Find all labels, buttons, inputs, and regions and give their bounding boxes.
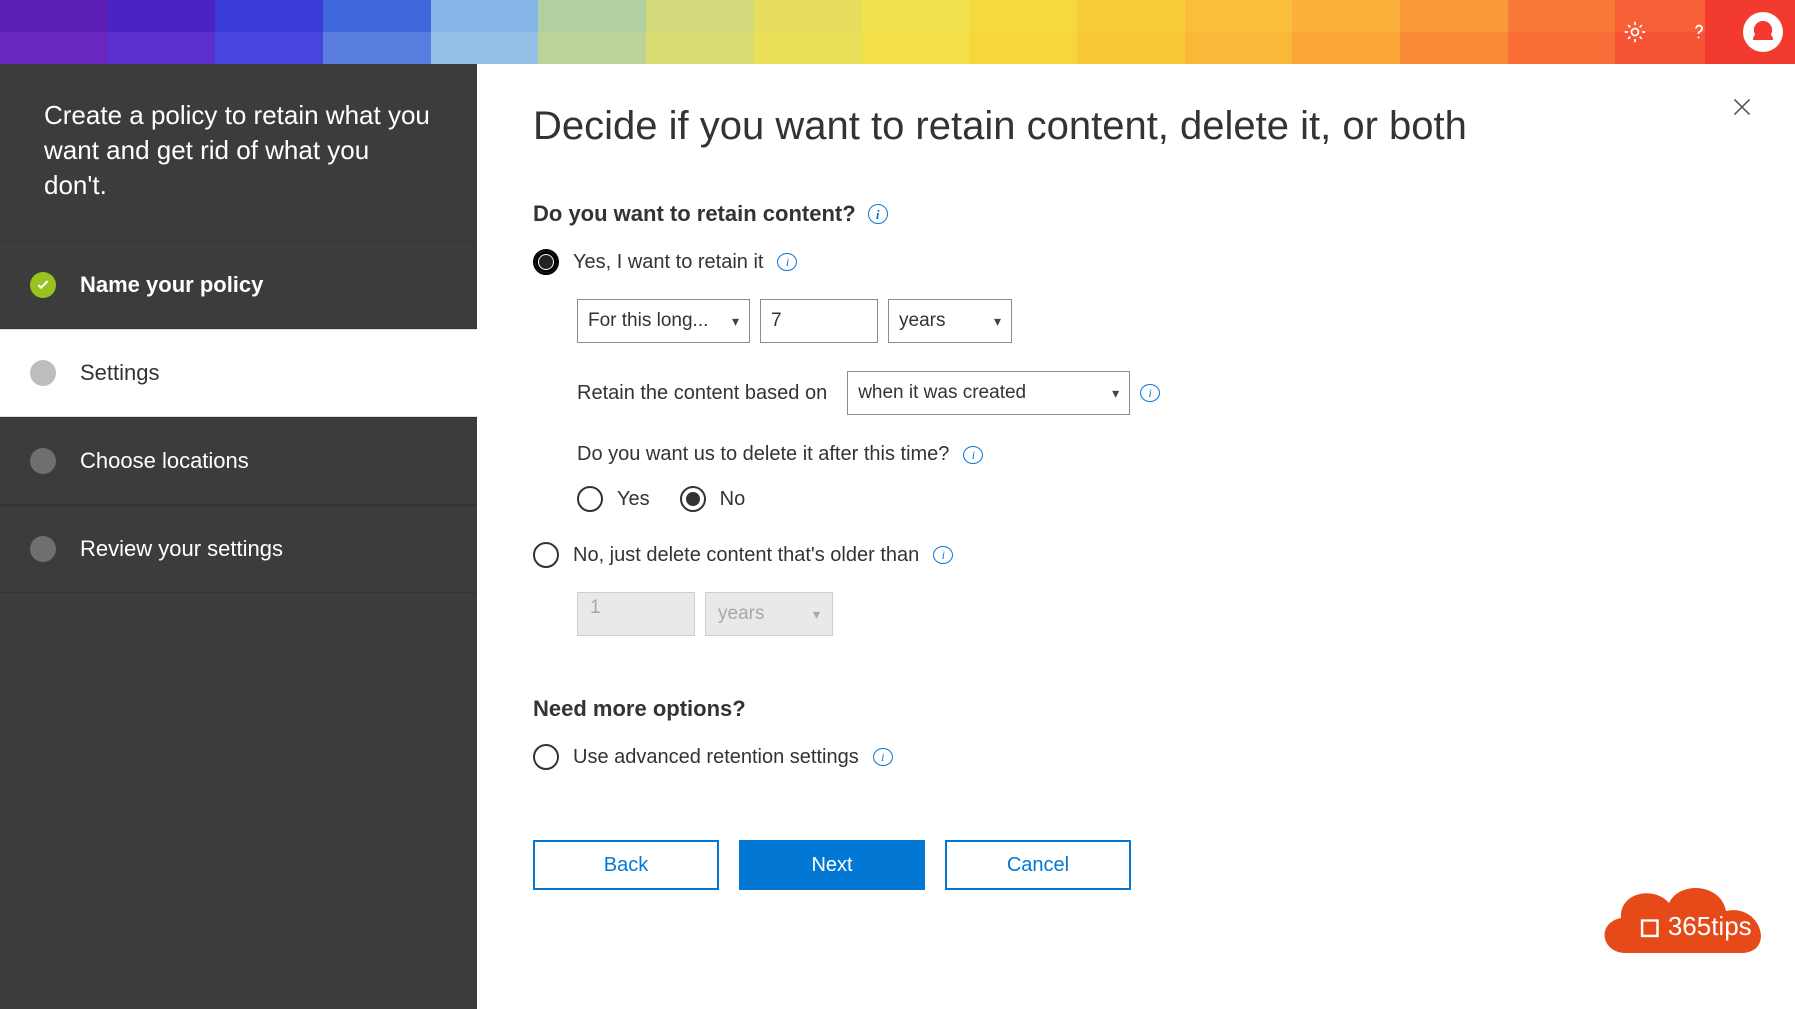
- step-label: Review your settings: [80, 536, 283, 562]
- option-delete-no-label: No: [720, 488, 746, 511]
- option-advanced-retention[interactable]: Use advanced retention settings: [533, 744, 1739, 770]
- info-icon[interactable]: [963, 446, 983, 464]
- option-advanced-label: Use advanced retention settings: [573, 746, 859, 769]
- step-choose-locations[interactable]: Choose locations: [0, 417, 477, 505]
- settings-icon[interactable]: [1603, 0, 1667, 64]
- cancel-button-label: Cancel: [1007, 854, 1069, 877]
- chevron-down-icon: ▾: [994, 313, 1001, 330]
- sidebar-title: Create a policy to retain what you want …: [0, 64, 477, 241]
- question-retain-text: Do you want to retain content?: [533, 201, 856, 227]
- radio-icon[interactable]: [577, 486, 603, 512]
- header-mosaic: [0, 0, 1795, 64]
- chevron-down-icon: ▾: [732, 313, 739, 330]
- cancel-button[interactable]: Cancel: [945, 840, 1131, 890]
- info-icon[interactable]: [873, 748, 893, 766]
- radio-icon[interactable]: [533, 249, 559, 275]
- radio-icon[interactable]: [680, 486, 706, 512]
- chevron-down-icon: ▾: [813, 606, 820, 623]
- retain-based-label: Retain the content based on: [577, 382, 827, 405]
- radio-icon[interactable]: [533, 744, 559, 770]
- chevron-down-icon: ▾: [1112, 385, 1119, 402]
- info-icon[interactable]: [777, 253, 797, 271]
- retention-unit-select[interactable]: years ▾: [888, 299, 1012, 343]
- retain-based-value: when it was created: [858, 382, 1026, 404]
- more-options-title: Need more options?: [533, 696, 1739, 722]
- step-label: Settings: [80, 360, 160, 386]
- bullet-icon: [30, 360, 56, 386]
- radio-icon[interactable]: [533, 542, 559, 568]
- bullet-icon: [30, 448, 56, 474]
- step-label: Choose locations: [80, 448, 249, 474]
- step-settings[interactable]: Settings: [0, 329, 477, 417]
- option-delete-yes[interactable]: Yes: [577, 486, 650, 512]
- retention-value-input[interactable]: [760, 299, 878, 343]
- check-icon: [30, 272, 56, 298]
- top-header-bar: [0, 0, 1795, 64]
- user-avatar[interactable]: [1731, 0, 1795, 64]
- next-button[interactable]: Next: [739, 840, 925, 890]
- info-icon[interactable]: [1140, 384, 1160, 402]
- retention-mode-value: For this long...: [588, 310, 708, 332]
- option-just-delete[interactable]: No, just delete content that's older tha…: [533, 542, 1739, 568]
- question-delete-after: Do you want us to delete it after this t…: [577, 443, 1739, 466]
- info-icon[interactable]: [933, 546, 953, 564]
- retention-unit-value: years: [899, 310, 945, 332]
- option-just-delete-label: No, just delete content that's older tha…: [573, 544, 919, 567]
- main-panel: Decide if you want to retain content, de…: [477, 64, 1795, 1009]
- retain-based-select[interactable]: when it was created ▾: [847, 371, 1130, 415]
- option-delete-no[interactable]: No: [680, 486, 746, 512]
- back-button-label: Back: [604, 854, 648, 877]
- retention-mode-select[interactable]: For this long... ▾: [577, 299, 750, 343]
- question-delete-after-text: Do you want us to delete it after this t…: [577, 443, 949, 466]
- option-yes-retain-label: Yes, I want to retain it: [573, 251, 763, 274]
- delete-older-unit-select: years ▾: [705, 592, 833, 636]
- disabled-unit-text: years: [718, 603, 764, 625]
- svg-text:◻ 365tips: ◻ 365tips: [1639, 911, 1752, 941]
- back-button[interactable]: Back: [533, 840, 719, 890]
- disabled-value-text: 1: [590, 597, 601, 618]
- next-button-label: Next: [811, 854, 852, 877]
- delete-older-value-input: 1: [577, 592, 695, 636]
- step-review-settings[interactable]: Review your settings: [0, 505, 477, 593]
- option-delete-yes-label: Yes: [617, 488, 650, 511]
- step-name-your-policy[interactable]: Name your policy: [0, 241, 477, 329]
- page-title: Decide if you want to retain content, de…: [533, 104, 1739, 149]
- help-icon[interactable]: [1667, 0, 1731, 64]
- step-label: Name your policy: [80, 272, 263, 298]
- wizard-footer-buttons: Back Next Cancel: [533, 840, 1739, 890]
- option-yes-retain[interactable]: Yes, I want to retain it: [533, 249, 1739, 275]
- info-icon[interactable]: [868, 204, 888, 224]
- close-icon[interactable]: [1729, 94, 1755, 125]
- question-retain: Do you want to retain content?: [533, 201, 1739, 227]
- bullet-icon: [30, 536, 56, 562]
- wizard-sidebar: Create a policy to retain what you want …: [0, 64, 477, 1009]
